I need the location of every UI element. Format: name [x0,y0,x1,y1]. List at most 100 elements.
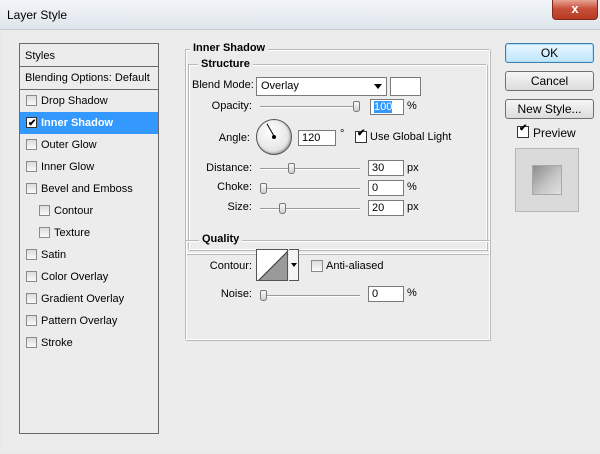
style-checkbox[interactable] [26,95,37,106]
anti-aliased-checkbox[interactable] [311,260,323,272]
size-label: Size: [227,201,252,213]
style-checkbox[interactable] [26,315,37,326]
cancel-button[interactable]: Cancel [505,71,594,91]
ok-button[interactable]: OK [505,43,594,63]
contour-label: Contour: [209,260,252,272]
size-slider-track [260,208,360,210]
noise-label: Noise: [220,288,252,300]
size-slider[interactable] [260,203,360,214]
style-item-label: Texture [54,227,91,239]
preview-checkbox[interactable] [517,123,529,138]
distance-unit: px [407,162,419,174]
distance-slider-track [260,168,360,170]
blend-mode-dropdown[interactable]: Overlay [256,77,387,96]
style-checkbox[interactable] [26,139,37,150]
distance-slider[interactable] [260,163,360,174]
size-slider-thumb[interactable] [279,203,286,214]
noise-unit: % [407,287,417,299]
quality-title: Quality [199,233,243,245]
style-item-label: Inner Glow [41,161,95,173]
noise-input[interactable]: 0 [368,286,404,302]
choke-unit: % [407,181,417,193]
angle-dial[interactable] [256,119,292,155]
distance-input[interactable]: 30 [368,160,404,176]
style-item-label: Inner Shadow [41,117,114,129]
use-global-light-label[interactable]: Use Global Light [370,131,451,143]
close-icon: x [571,1,579,16]
style-item-label: Stroke [41,337,73,349]
style-item-contour[interactable]: Contour [20,200,158,222]
new-style-button[interactable]: New Style... [505,99,594,119]
choke-slider[interactable] [260,183,360,194]
opacity-input[interactable]: 100 [370,99,404,115]
anti-aliased-label[interactable]: Anti-aliased [326,260,383,272]
opacity-slider-thumb[interactable] [353,101,360,112]
structure-title: Structure [198,58,253,70]
title-bar: Layer Style x [0,0,600,30]
noise-slider-track [260,295,360,297]
style-item-satin[interactable]: Satin [20,244,158,266]
style-checkbox[interactable] [26,271,37,282]
style-checkbox[interactable] [26,161,37,172]
style-preview-thumbnail [515,148,579,212]
style-item-bevel-and-emboss[interactable]: Bevel and Emboss [20,178,158,200]
distance-label: Distance: [206,162,252,174]
contour-dropdown[interactable] [289,249,299,281]
style-item-label: Drop Shadow [41,95,108,107]
style-checkbox[interactable] [39,227,50,238]
style-item-inner-shadow[interactable]: Inner Shadow [20,112,158,135]
shadow-color-swatch[interactable] [390,77,421,96]
window-title: Layer Style [7,8,68,22]
style-item-label: Color Overlay [41,271,109,283]
style-item-pattern-overlay[interactable]: Pattern Overlay [20,310,158,332]
style-item-label: Satin [41,249,67,261]
style-item-drop-shadow[interactable]: Drop Shadow [20,90,158,112]
preview-swatch [532,165,562,195]
angle-label: Angle: [218,132,250,144]
angle-input[interactable]: 120 [298,130,336,146]
style-checkbox[interactable] [26,337,37,348]
angle-center-dot [272,135,276,139]
blend-mode-value: Overlay [261,80,299,92]
distance-slider-thumb[interactable] [288,163,295,174]
style-item-outer-glow[interactable]: Outer Glow [20,134,158,156]
opacity-slider[interactable] [260,101,360,112]
style-item-stroke[interactable]: Stroke [20,332,158,354]
noise-slider-thumb[interactable] [260,290,267,301]
opacity-slider-track [260,106,360,108]
blend-mode-label: Blend Mode: [192,79,254,91]
style-item-label: Bevel and Emboss [41,183,133,195]
style-checkbox[interactable] [26,113,37,135]
layer-style-dialog: Styles Blending Options: Default Drop Sh… [2,30,600,452]
choke-slider-track [260,188,360,190]
style-item-inner-glow[interactable]: Inner Glow [20,156,158,178]
opacity-value: 100 [374,101,393,113]
choke-slider-thumb[interactable] [260,183,267,194]
noise-slider[interactable] [260,290,360,301]
styles-header[interactable]: Styles [20,44,158,67]
size-unit: px [407,201,419,213]
style-item-label: Pattern Overlay [41,315,118,327]
style-checkbox[interactable] [39,205,50,216]
style-item-label: Gradient Overlay [41,293,125,305]
style-item-label: Outer Glow [41,139,97,151]
opacity-label: Opacity: [211,100,252,112]
style-item-texture[interactable]: Texture [20,222,158,244]
use-global-light-checkbox[interactable] [355,128,367,143]
size-input[interactable]: 20 [368,200,404,216]
style-item-gradient-overlay[interactable]: Gradient Overlay [20,288,158,310]
chevron-down-icon [291,263,297,267]
opacity-unit: % [407,100,417,112]
contour-curve-icon [258,251,287,280]
styles-list: Styles Blending Options: Default Drop Sh… [19,43,159,434]
preview-label[interactable]: Preview [533,126,576,140]
style-checkbox[interactable] [26,293,37,304]
contour-preview[interactable] [256,249,288,281]
style-item-label: Contour [54,205,94,217]
blending-options-item[interactable]: Blending Options: Default [20,67,158,90]
style-checkbox[interactable] [26,249,37,260]
style-item-color-overlay[interactable]: Color Overlay [20,266,158,288]
style-checkbox[interactable] [26,183,37,194]
choke-input[interactable]: 0 [368,180,404,196]
close-button[interactable]: x [552,0,598,20]
